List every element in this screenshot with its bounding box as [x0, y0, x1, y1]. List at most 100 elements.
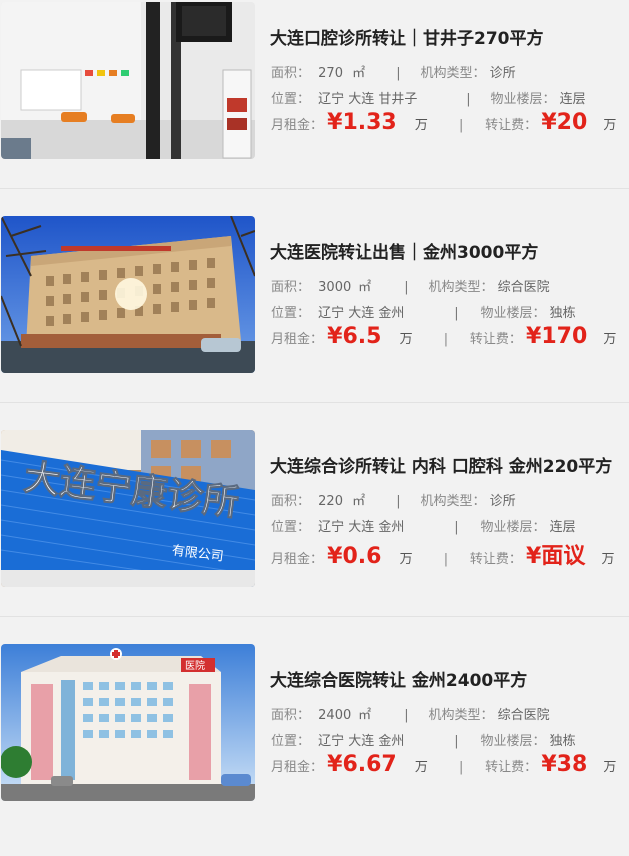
org-type-value: 诊所 — [489, 66, 516, 81]
floor-value: 连层 — [559, 92, 586, 107]
listing-photo-hospital-building[interactable] — [1, 216, 255, 373]
separator: | — [443, 332, 449, 347]
price-row: 月租金： ¥1.33 万 | 转让费： ¥20 万 — [271, 110, 616, 135]
hospital-sign-text: 医院 — [185, 659, 205, 672]
area-label: 面积： — [271, 280, 311, 295]
separator: | — [404, 280, 409, 295]
area-unit: ㎡ — [358, 708, 372, 723]
location-label: 位置： — [271, 306, 311, 321]
floor-label: 物业楼层： — [490, 92, 556, 107]
separator: | — [459, 118, 464, 133]
separator: | — [396, 66, 401, 81]
listing-photo-general-hospital[interactable]: 医院 — [1, 644, 255, 801]
area-value: 2400 — [318, 708, 352, 723]
rent-value: ¥1.33 — [327, 110, 397, 135]
separator: | — [396, 494, 401, 509]
transfer-fee-label: 转让费： — [469, 332, 522, 347]
org-type-value: 综合医院 — [497, 280, 550, 295]
listing-title[interactable]: 大连综合诊所转让 内科 口腔科 金州220平方 — [270, 452, 612, 477]
separator: | — [443, 552, 449, 567]
org-type-label: 机构类型： — [420, 66, 486, 81]
transfer-fee-unit: 万 — [603, 760, 617, 775]
divider — [0, 402, 629, 403]
rent-value: ¥6.67 — [327, 752, 397, 777]
floor-label: 物业楼层： — [480, 306, 546, 321]
transfer-fee-unit: 万 — [603, 332, 617, 347]
rent-unit: 万 — [414, 760, 428, 775]
transfer-fee-unit: 万 — [603, 118, 617, 133]
floor-value: 连层 — [549, 520, 576, 535]
listing-title[interactable]: 大连医院转让出售｜金州3000平方 — [270, 238, 538, 263]
location-floor-row: 位置： 辽宁 大连 甘井子 | 物业楼层： 连层 — [271, 88, 586, 107]
listing-photo-clinic-signboard[interactable]: 大连宁康诊所 有限公司 — [1, 430, 255, 587]
org-type-label: 机构类型： — [428, 708, 494, 723]
area-label: 面积： — [271, 66, 311, 81]
separator: | — [454, 734, 459, 749]
rent-label: 月租金： — [271, 118, 324, 133]
location-value: 辽宁 大连 金州 — [318, 306, 405, 321]
location-value: 辽宁 大连 金州 — [318, 520, 405, 535]
location-label: 位置： — [271, 92, 311, 107]
rent-unit: 万 — [399, 552, 413, 567]
area-unit: ㎡ — [352, 66, 366, 81]
separator: | — [404, 708, 409, 723]
general-hospital-photo: 医院 — [1, 644, 255, 801]
location-floor-row: 位置： 辽宁 大连 金州 | 物业楼层： 独栋 — [271, 302, 576, 321]
transfer-fee-label: 转让费： — [485, 760, 538, 775]
clinic-signboard-photo: 大连宁康诊所 有限公司 — [1, 430, 255, 587]
listing-card[interactable]: 医院 大连综合医院转让 金州2400平方 面积： 2400 ㎡ | 机构类型： 综… — [0, 642, 629, 856]
rent-label: 月租金： — [271, 760, 324, 775]
org-type-value: 诊所 — [489, 494, 516, 509]
rent-value: ¥0.6 — [327, 544, 382, 569]
area-label: 面积： — [271, 708, 311, 723]
area-type-row: 面积： 270 ㎡ | 机构类型： 诊所 — [271, 62, 516, 81]
transfer-fee-value: ¥38 — [541, 752, 588, 777]
area-value: 3000 — [318, 280, 352, 295]
rent-label: 月租金： — [271, 552, 324, 567]
transfer-fee-label: 转让费： — [469, 552, 522, 567]
rent-label: 月租金： — [271, 332, 324, 347]
area-label: 面积： — [271, 494, 311, 509]
location-floor-row: 位置： 辽宁 大连 金州 | 物业楼层： 独栋 — [271, 730, 576, 749]
floor-label: 物业楼层： — [480, 520, 546, 535]
location-floor-row: 位置： 辽宁 大连 金州 | 物业楼层： 连层 — [271, 516, 576, 535]
hospital-building-photo — [1, 216, 255, 373]
area-type-row: 面积： 2400 ㎡ | 机构类型： 综合医院 — [271, 704, 550, 723]
separator: | — [454, 306, 459, 321]
area-type-row: 面积： 3000 ㎡ | 机构类型： 综合医院 — [271, 276, 550, 295]
location-label: 位置： — [271, 520, 311, 535]
org-type-value: 综合医院 — [497, 708, 550, 723]
rent-unit: 万 — [399, 332, 413, 347]
floor-value: 独栋 — [549, 734, 576, 749]
rent-value: ¥6.5 — [327, 324, 382, 349]
floor-value: 独栋 — [549, 306, 576, 321]
area-unit: ㎡ — [352, 494, 366, 509]
org-type-label: 机构类型： — [428, 280, 494, 295]
listing-card[interactable]: 大连宁康诊所 有限公司 大连综合诊所转让 内科 口腔科 金州220平方 面积： … — [0, 428, 629, 642]
listing-title[interactable]: 大连口腔诊所转让｜甘井子270平方 — [270, 24, 544, 49]
clinic-interior-photo — [1, 2, 255, 159]
divider — [0, 188, 629, 189]
separator: | — [466, 92, 471, 107]
area-value: 270 — [318, 66, 343, 81]
listing-title[interactable]: 大连综合医院转让 金州2400平方 — [270, 666, 527, 691]
divider — [0, 616, 629, 617]
location-value: 辽宁 大连 金州 — [318, 734, 405, 749]
separator: | — [454, 520, 459, 535]
price-row: 月租金： ¥6.67 万 | 转让费： ¥38 万 — [271, 752, 616, 777]
area-value: 220 — [318, 494, 343, 509]
area-unit: ㎡ — [358, 280, 372, 295]
separator: | — [459, 760, 464, 775]
location-label: 位置： — [271, 734, 311, 749]
transfer-fee-label: 转让费： — [485, 118, 538, 133]
location-value: 辽宁 大连 甘井子 — [318, 92, 418, 107]
listing-photo-clinic-interior[interactable] — [1, 2, 255, 159]
transfer-fee-value: ¥20 — [541, 110, 588, 135]
price-row: 月租金： ¥6.5 万 | 转让费： ¥170 万 — [271, 324, 616, 349]
transfer-fee-value: ¥170 — [526, 324, 588, 349]
org-type-label: 机构类型： — [420, 494, 486, 509]
listing-card[interactable]: 大连口腔诊所转让｜甘井子270平方 面积： 270 ㎡ | 机构类型： 诊所 位置… — [0, 0, 629, 214]
price-row: 月租金： ¥0.6 万 | 转让费： ¥面议 万 — [271, 538, 614, 570]
transfer-fee-value: ¥面议 — [526, 544, 586, 569]
listing-card[interactable]: 大连医院转让出售｜金州3000平方 面积： 3000 ㎡ | 机构类型： 综合医院… — [0, 214, 629, 428]
